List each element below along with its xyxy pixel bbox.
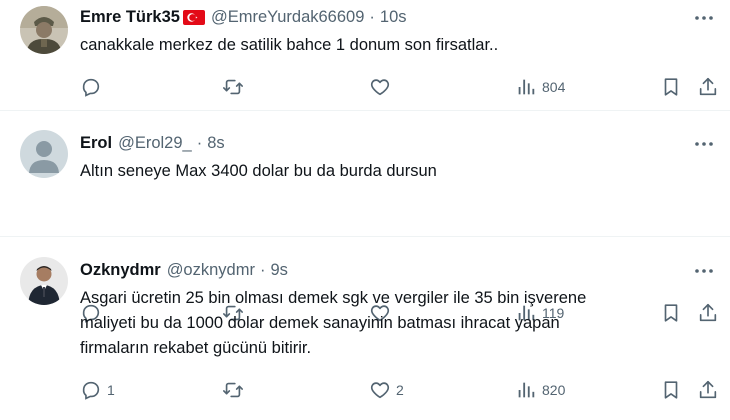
retweet-icon: [223, 382, 243, 398]
like-count: 2: [396, 382, 404, 398]
tweet-text-line: maliyeti bu da 1000 dolar demek sanayini…: [80, 314, 560, 332]
tweet-text: Altın seneye Max 3400 dolar bu da burda …: [80, 162, 437, 180]
tweet-text: Asgari ücretin 25 bin olması demek sgk v…: [80, 286, 680, 361]
more-dots-icon[interactable]: [692, 259, 716, 283]
tweet-text: canakkale merkez de satilik bahce 1 donu…: [80, 36, 499, 54]
separator-dot: ·: [259, 260, 266, 279]
timestamp[interactable]: 10s: [380, 8, 407, 27]
display-name[interactable]: Emre Türk35: [80, 8, 180, 27]
display-name[interactable]: Ozknydmr: [80, 261, 161, 280]
bookmark-icon: [664, 78, 678, 96]
timestamp[interactable]: 8s: [207, 134, 224, 153]
more-dots-icon[interactable]: [692, 132, 716, 156]
user-handle[interactable]: @Erol29_: [118, 134, 192, 153]
tweet-header: Erol @Erol29_ · 8s: [80, 132, 670, 154]
user-handle[interactable]: @EmreYurdak66609: [211, 8, 364, 27]
share-button[interactable]: [697, 376, 719, 404]
tweet[interactable]: Ozknydmr @ozknydmr · 9s Asgari ücretin 2…: [0, 237, 730, 420]
reply-button[interactable]: [80, 73, 107, 101]
bookmark-icon: [664, 381, 678, 399]
share-button[interactable]: [697, 73, 719, 101]
bookmark-button[interactable]: [660, 73, 682, 101]
timestamp[interactable]: 9s: [270, 261, 287, 280]
view-count: 820: [542, 382, 566, 398]
retweet-icon: [223, 79, 243, 95]
heart-icon: [370, 79, 390, 96]
like-button[interactable]: 2: [369, 376, 404, 404]
like-button[interactable]: [369, 73, 396, 101]
avatar[interactable]: [20, 257, 68, 305]
tweet-feed: Emre Türk35 @EmreYurdak66609 · 10s canak…: [0, 0, 730, 420]
avatar[interactable]: [20, 6, 68, 54]
views-chart-icon: [518, 382, 535, 398]
separator-dot: ·: [196, 133, 203, 152]
views-button[interactable]: 804: [515, 73, 565, 101]
reply-icon: [82, 381, 100, 400]
separator-dot: ·: [369, 7, 375, 26]
avatar[interactable]: [20, 130, 68, 178]
bookmark-button[interactable]: [660, 376, 682, 404]
reply-icon: [82, 78, 100, 97]
tweet-actions: 804: [0, 73, 730, 101]
tweet-header: Ozknydmr @ozknydmr · 9s: [80, 259, 670, 281]
more-dots-icon[interactable]: [692, 6, 716, 30]
user-handle[interactable]: @ozknydmr: [167, 261, 255, 280]
views-chart-icon: [518, 79, 535, 95]
tweet[interactable]: Emre Türk35 @EmreYurdak66609 · 10s canak…: [0, 0, 730, 111]
view-count: 804: [542, 79, 566, 95]
views-button[interactable]: 820: [515, 376, 565, 404]
tweet-header: Emre Türk35 @EmreYurdak66609 · 10s: [80, 6, 670, 28]
turkey-flag-icon: [182, 9, 205, 25]
tweet-text-line: firmaların rekabet gücünü bitirir.: [80, 339, 312, 357]
reply-count: 1: [107, 382, 115, 398]
reply-button[interactable]: 1: [80, 376, 115, 404]
tweet-actions: 1 2 820: [0, 376, 730, 404]
display-name[interactable]: Erol: [80, 134, 112, 153]
retweet-button[interactable]: [222, 73, 249, 101]
retweet-button[interactable]: [222, 376, 249, 404]
share-icon: [699, 77, 717, 96]
heart-icon: [370, 382, 390, 399]
share-icon: [699, 380, 717, 399]
tweet[interactable]: Erol @Erol29_ · 8s Altın seneye Max 3400…: [0, 111, 730, 323]
tweet-text-line: Asgari ücretin 25 bin olması demek sgk v…: [80, 289, 587, 307]
